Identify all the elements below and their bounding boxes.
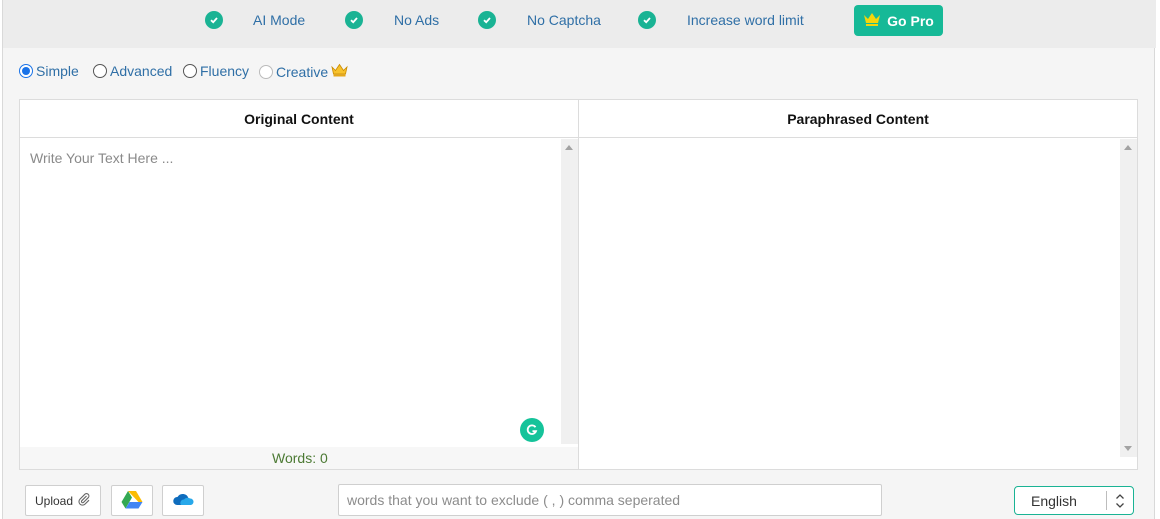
mode-creative[interactable]: Creative [259,63,348,80]
google-drive-button[interactable] [111,485,153,516]
scroll-down-icon[interactable] [1124,446,1132,451]
exclude-words-input[interactable] [338,484,882,516]
original-scrollbar[interactable] [561,139,578,444]
word-count: Words: 0 [272,450,328,466]
paraphraser-panel: AI Mode No Ads No Captcha Increase word … [2,0,1156,519]
radio-fluency[interactable] [183,64,197,78]
mode-fluency[interactable]: Fluency [183,63,249,79]
go-pro-button[interactable]: Go Pro [854,5,943,36]
feature-no-ads: No Ads [394,12,440,28]
grammarly-icon[interactable] [520,418,544,442]
radio-simple[interactable] [19,64,33,78]
radio-advanced[interactable] [93,64,107,78]
radio-creative[interactable] [259,64,273,79]
crown-icon [863,12,881,29]
feature-ai-mode: AI Mode [253,12,306,28]
scroll-up-icon[interactable] [565,145,573,150]
paraphrased-scrollbar[interactable] [1120,139,1137,457]
pro-features-bar: AI Mode No Ads No Captcha Increase word … [3,0,1156,48]
paraphrased-content-header: Paraphrased Content [579,100,1137,138]
column-divider [578,100,579,469]
check-icon [205,11,223,29]
check-icon [478,11,496,29]
chevron-up-down-icon [1107,493,1133,509]
language-select[interactable]: English [1014,486,1134,515]
check-icon [638,11,656,29]
onedrive-button[interactable] [162,485,204,516]
scroll-up-icon[interactable] [1124,145,1132,150]
onedrive-icon [172,492,194,509]
language-value: English [1031,492,1077,509]
original-content-header: Original Content [20,100,578,138]
feature-no-captcha: No Captcha [527,12,601,28]
editor-panels: Original Content Paraphrased Content Wri… [19,99,1138,470]
google-drive-icon [121,490,143,512]
feature-increase-word-limit: Increase word limit [687,12,804,28]
paperclip-icon [77,492,91,509]
mode-advanced[interactable]: Advanced [93,63,172,79]
go-pro-label: Go Pro [887,12,934,29]
original-text-input[interactable]: Write Your Text Here ... [30,150,173,166]
crown-icon [331,63,348,80]
mode-simple[interactable]: Simple [19,63,79,79]
upload-button[interactable]: Upload [25,485,101,516]
check-icon [345,11,363,29]
